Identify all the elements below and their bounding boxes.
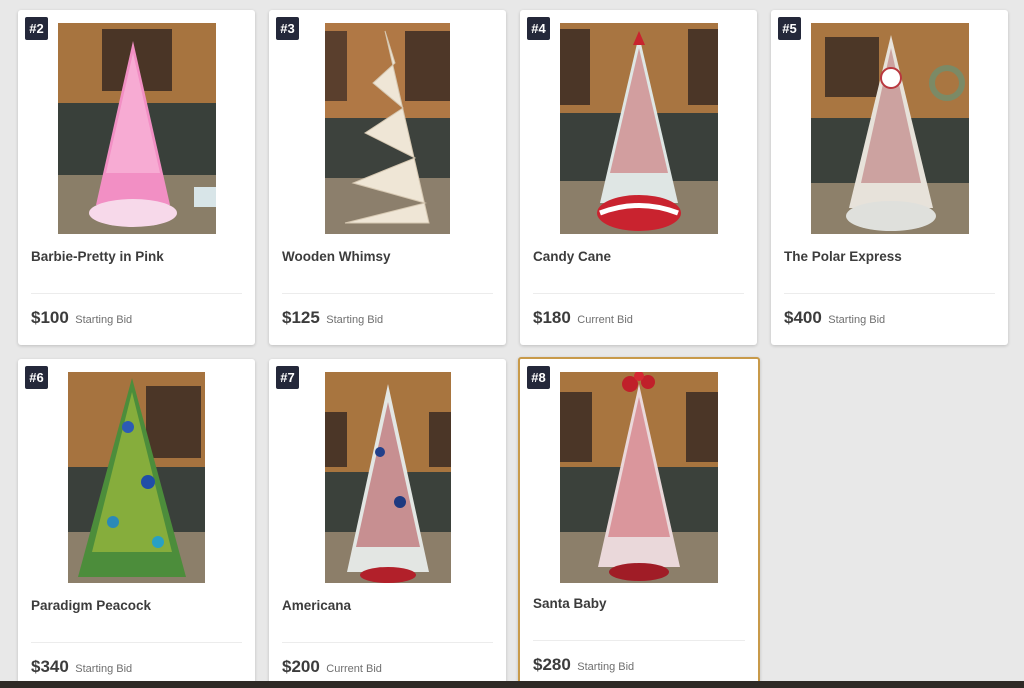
- divider: [533, 640, 745, 641]
- bid-info: $280 Starting Bid: [533, 655, 634, 675]
- auction-card[interactable]: #2 Barbie-Pretty in Pink $100 Starting B…: [18, 10, 255, 345]
- item-number-badge: #7: [276, 366, 299, 389]
- item-number-badge: #8: [527, 366, 550, 389]
- item-title[interactable]: Wooden Whimsy: [282, 249, 391, 264]
- tree-photo[interactable]: [58, 23, 216, 234]
- bid-info: $340 Starting Bid: [31, 657, 132, 677]
- auction-card[interactable]: #6 Paradigm Peacock $340 Starting Bid: [18, 359, 255, 688]
- divider: [31, 293, 242, 294]
- bid-info: $180 Current Bid: [533, 308, 633, 328]
- tree-photo[interactable]: [325, 372, 451, 583]
- item-title[interactable]: The Polar Express: [784, 249, 902, 264]
- item-title[interactable]: Candy Cane: [533, 249, 611, 264]
- auction-card[interactable]: #3 Wooden Whimsy $125 Starting Bid: [269, 10, 506, 345]
- tree-photo[interactable]: [325, 23, 450, 234]
- bid-price: $340: [31, 657, 69, 676]
- bid-label: Starting Bid: [75, 314, 133, 326]
- bottom-bar: [0, 681, 1024, 688]
- item-number-badge: #4: [527, 17, 550, 40]
- auction-card[interactable]: #7 Americana $200 Current Bid: [269, 359, 506, 688]
- bid-price: $100: [31, 308, 69, 327]
- auction-card[interactable]: #5 The Polar Express $400 Starting Bid: [771, 10, 1008, 345]
- bid-price: $200: [282, 657, 320, 676]
- bid-price: $280: [533, 655, 571, 674]
- item-title[interactable]: Barbie-Pretty in Pink: [31, 249, 164, 264]
- item-title[interactable]: Paradigm Peacock: [31, 598, 151, 613]
- tree-photo[interactable]: [560, 23, 718, 234]
- bid-info: $400 Starting Bid: [784, 308, 885, 328]
- item-title[interactable]: Santa Baby: [533, 596, 607, 611]
- item-number-badge: #2: [25, 17, 48, 40]
- tree-photo[interactable]: [560, 372, 718, 583]
- bid-label: Starting Bid: [828, 314, 886, 326]
- bid-price: $400: [784, 308, 822, 327]
- tree-photo[interactable]: [68, 372, 205, 583]
- divider: [31, 642, 242, 643]
- divider: [533, 293, 744, 294]
- bid-price: $125: [282, 308, 320, 327]
- bid-label: Starting Bid: [75, 663, 133, 675]
- item-number-badge: #5: [778, 17, 801, 40]
- bid-info: $125 Starting Bid: [282, 308, 383, 328]
- auction-card[interactable]: #4 Candy Cane $180 Current Bid: [520, 10, 757, 345]
- bid-info: $200 Current Bid: [282, 657, 382, 677]
- bid-price: $180: [533, 308, 571, 327]
- bid-label: Starting Bid: [326, 314, 384, 326]
- item-number-badge: #6: [25, 366, 48, 389]
- item-number-badge: #3: [276, 17, 299, 40]
- auction-card-selected[interactable]: #8 Santa Baby $280 Starting Bid: [518, 357, 760, 688]
- bid-label: Starting Bid: [577, 661, 635, 673]
- bid-label: Current Bid: [326, 663, 382, 675]
- divider: [282, 293, 493, 294]
- item-title[interactable]: Americana: [282, 598, 351, 613]
- divider: [282, 642, 493, 643]
- bid-info: $100 Starting Bid: [31, 308, 132, 328]
- divider: [784, 293, 995, 294]
- bid-label: Current Bid: [577, 314, 633, 326]
- auction-grid: #2 Barbie-Pretty in Pink $100 Starting B…: [0, 0, 1024, 688]
- tree-photo[interactable]: [811, 23, 969, 234]
